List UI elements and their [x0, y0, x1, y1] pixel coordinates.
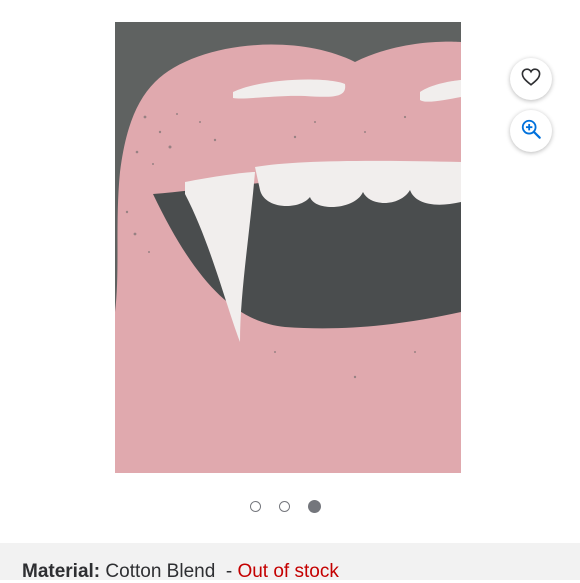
carousel-dot-active[interactable]	[308, 499, 321, 513]
zoom-button[interactable]	[510, 110, 552, 152]
material-label: Material:	[22, 561, 101, 582]
vampire-lips-graphic	[115, 22, 461, 473]
carousel-dots	[250, 499, 321, 513]
stock-status: Out of stock	[237, 561, 339, 582]
product-image[interactable]	[115, 22, 461, 473]
favorite-button[interactable]	[510, 58, 552, 100]
heart-icon	[521, 67, 541, 91]
material-info: Material: Cotton Blend - Out of stock	[0, 543, 580, 582]
material-value: Cotton Blend	[105, 561, 216, 582]
carousel-dot[interactable]	[250, 500, 261, 512]
carousel-dot[interactable]	[279, 500, 290, 512]
separator: -	[225, 561, 233, 582]
zoom-in-icon	[520, 118, 542, 145]
